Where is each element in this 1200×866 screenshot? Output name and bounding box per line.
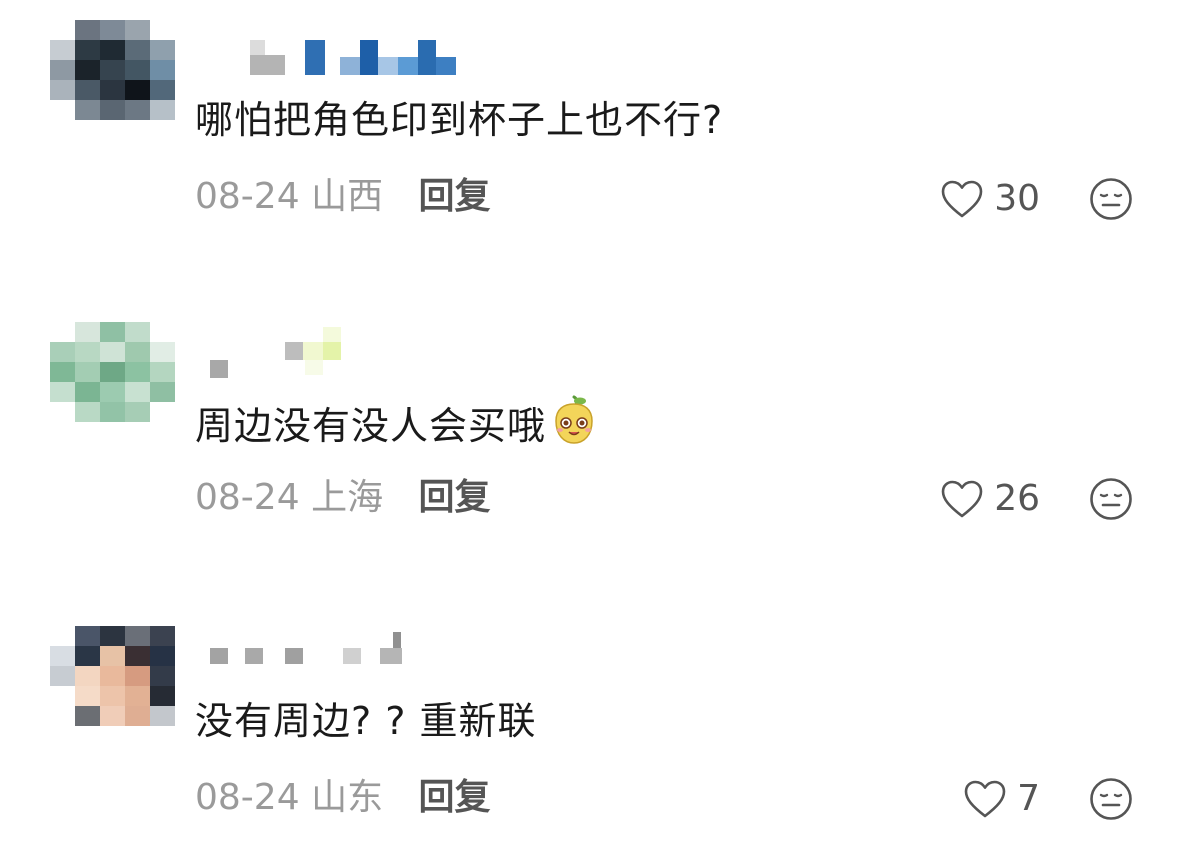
avatar[interactable]: [50, 322, 175, 437]
mango-face-emoji: [550, 395, 598, 447]
reply-button[interactable]: 回复: [419, 777, 491, 818]
comment-location: 山东: [311, 777, 384, 818]
like-button[interactable]: 30: [840, 175, 1040, 223]
comment-location: 上海: [311, 477, 384, 518]
dislike-button[interactable]: [1088, 776, 1134, 822]
reply-button[interactable]: 回复: [419, 477, 491, 518]
like-count: 30: [994, 178, 1040, 219]
comment-text: 哪怕把角色印到杯子上也不行?: [195, 98, 724, 142]
comment-date: 08-24: [195, 176, 300, 217]
avatar[interactable]: [50, 626, 175, 741]
comment-meta: 08-24 上海 回复: [195, 474, 491, 522]
comment-date: 08-24: [195, 777, 300, 818]
heart-outline-icon: [964, 780, 1006, 818]
dislike-button[interactable]: [1088, 176, 1134, 222]
neutral-face-icon: [1090, 178, 1132, 220]
heart-outline-icon: [941, 480, 983, 518]
username-redacted[interactable]: [195, 626, 555, 671]
avatar[interactable]: [50, 20, 175, 135]
username-redacted[interactable]: [195, 35, 555, 80]
comment-location: 山西: [311, 176, 384, 217]
like-button[interactable]: 7: [840, 775, 1040, 823]
comment-text: 周边没有没人会买哦: [195, 395, 598, 450]
username-redacted[interactable]: [195, 322, 555, 378]
neutral-face-icon: [1090, 478, 1132, 520]
like-count: 26: [994, 478, 1040, 519]
dislike-button[interactable]: [1088, 476, 1134, 522]
comment-text: 没有周边? ? 重新联: [195, 699, 537, 743]
heart-outline-icon: [941, 180, 983, 218]
comment-item: 没有周边? ? 重新联 08-24 山东 回复 7: [0, 626, 1200, 866]
comment-item: 哪怕把角色印到杯子上也不行? 08-24 山西 回复 30: [0, 20, 1200, 260]
reply-button[interactable]: 回复: [419, 176, 491, 217]
comment-item: 周边没有没人会买哦 08-24 上海 回复 26: [0, 322, 1200, 562]
like-count: 7: [1017, 778, 1040, 819]
comment-meta: 08-24 山东 回复: [195, 774, 491, 822]
comment-meta: 08-24 山西 回复: [195, 173, 491, 221]
neutral-face-icon: [1090, 778, 1132, 820]
like-button[interactable]: 26: [840, 475, 1040, 523]
comment-date: 08-24: [195, 477, 300, 518]
